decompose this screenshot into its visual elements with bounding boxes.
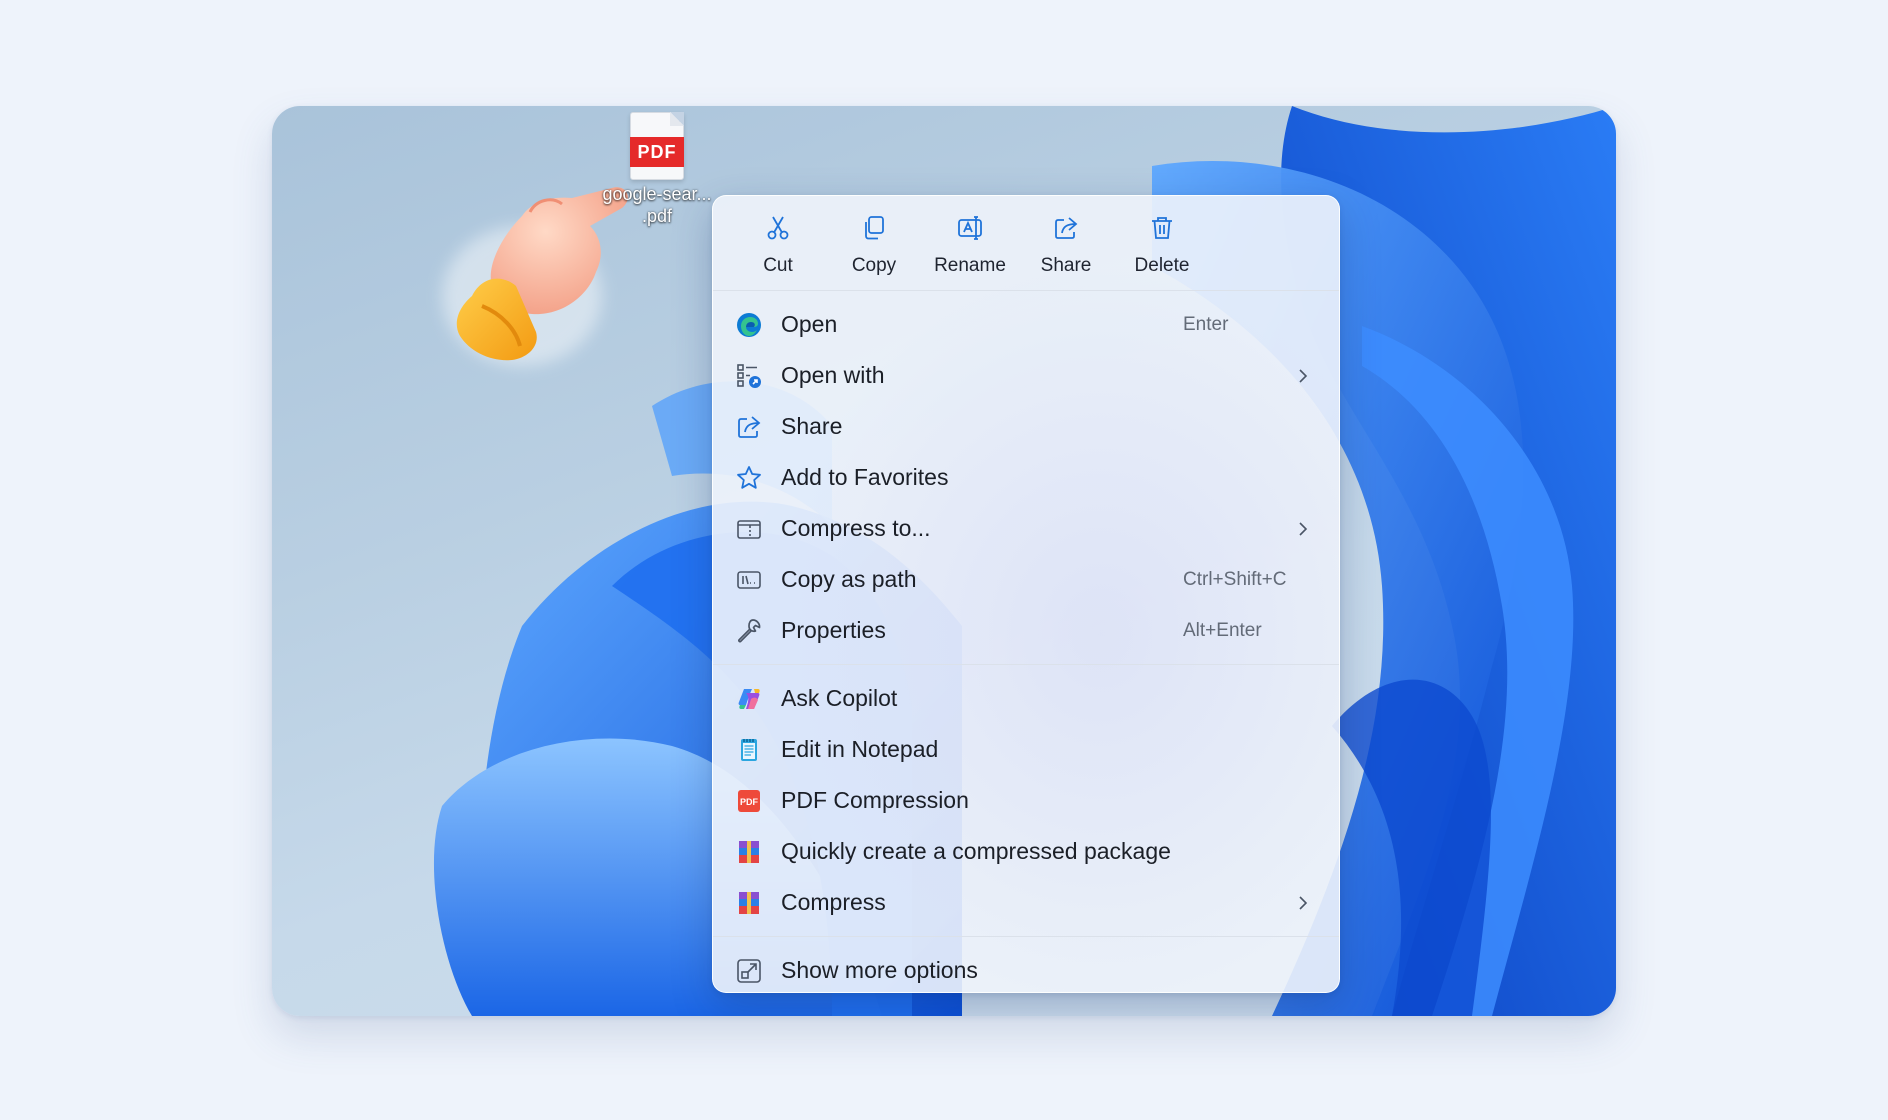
trash-icon	[1148, 214, 1176, 247]
menu-item-pdf-compression-label: PDF Compression	[781, 787, 969, 813]
star-icon	[735, 464, 763, 492]
menu-item-compress[interactable]: Compress	[713, 877, 1339, 928]
pdf-badge: PDF	[630, 137, 684, 167]
delete-button[interactable]: Delete	[1114, 196, 1210, 290]
share-label: Share	[1040, 255, 1092, 276]
menu-item-quick-compressed-package-label: Quickly create a compressed package	[781, 838, 1171, 864]
cut-label: Cut	[763, 255, 793, 276]
menu-item-share[interactable]: Share	[713, 401, 1339, 452]
scissors-icon	[764, 214, 792, 247]
menu-item-edit-in-notepad-label: Edit in Notepad	[781, 736, 939, 762]
menu-item-properties-label: Properties	[781, 617, 886, 643]
menu-group-more: Show more options	[713, 937, 1339, 992]
pointing-hand-icon	[412, 146, 632, 386]
menu-item-open[interactable]: Open Enter	[713, 299, 1339, 350]
menu-item-share-label: Share	[781, 413, 843, 439]
expand-icon	[735, 957, 763, 985]
notepad-icon	[735, 736, 763, 764]
menu-item-ask-copilot-label: Ask Copilot	[781, 685, 898, 711]
share-icon	[735, 413, 763, 441]
edge-icon	[735, 311, 763, 339]
menu-item-add-to-favorites[interactable]: Add to Favorites	[713, 452, 1339, 503]
pdf-file-icon: PDF	[630, 112, 684, 180]
quick-actions-bar: Cut Copy Rename Share Delete	[713, 196, 1339, 291]
menu-item-open-with[interactable]: Open with	[713, 350, 1339, 401]
copy-icon	[860, 214, 888, 247]
rename-icon	[956, 214, 984, 247]
chevron-right-icon	[1293, 366, 1313, 386]
menu-item-compress-to[interactable]: Compress to...	[713, 503, 1339, 554]
shortcut-copy-as-path: Ctrl+Shift+C	[1183, 568, 1287, 590]
context-menu: Cut Copy Rename Share Delete Open Enter …	[712, 195, 1340, 993]
menu-item-pdf-compression[interactable]: PDF PDF Compression	[713, 775, 1339, 826]
menu-item-copy-as-path[interactable]: Copy as path Ctrl+Shift+C	[713, 554, 1339, 605]
share-icon	[1052, 214, 1080, 247]
menu-group-main: Open Enter Open with Share Add to Favori…	[713, 291, 1339, 665]
menu-group-apps: Ask Copilot Edit in Notepad PDF PDF Comp…	[713, 665, 1339, 937]
menu-item-show-more-options[interactable]: Show more options	[713, 945, 1339, 992]
share-button[interactable]: Share	[1018, 196, 1114, 290]
shortcut-open: Enter	[1183, 313, 1229, 335]
open-with-icon	[735, 362, 763, 390]
file-name-line2: .pdf	[641, 206, 673, 226]
desktop-file-icon[interactable]: PDF google-sear... .pdf	[602, 112, 712, 228]
winrar-icon	[735, 838, 763, 866]
menu-item-compress-to-label: Compress to...	[781, 515, 931, 541]
menu-item-edit-in-notepad[interactable]: Edit in Notepad	[713, 724, 1339, 775]
file-name-line1: google-sear...	[602, 184, 712, 204]
menu-item-quick-compressed-package[interactable]: Quickly create a compressed package	[713, 826, 1339, 877]
shortcut-properties: Alt+Enter	[1183, 619, 1262, 641]
wrench-icon	[735, 617, 763, 645]
menu-item-show-more-options-label: Show more options	[781, 957, 978, 983]
menu-item-open-with-label: Open with	[781, 362, 885, 388]
menu-item-add-to-favorites-label: Add to Favorites	[781, 464, 949, 490]
menu-item-properties[interactable]: Properties Alt+Enter	[713, 605, 1339, 656]
menu-item-open-label: Open	[781, 311, 838, 337]
cut-button[interactable]: Cut	[730, 196, 826, 290]
copy-label: Copy	[851, 255, 897, 276]
menu-item-copy-as-path-label: Copy as path	[781, 566, 917, 592]
pdf-compression-icon: PDF	[735, 787, 763, 815]
desktop-screen: PDF google-sear... .pdf Cut Copy Rename …	[272, 106, 1616, 1016]
svg-text:PDF: PDF	[740, 797, 759, 807]
chevron-right-icon	[1293, 893, 1313, 913]
copilot-icon	[735, 685, 763, 713]
copy-button[interactable]: Copy	[826, 196, 922, 290]
zip-folder-icon	[735, 515, 763, 543]
path-icon	[735, 566, 763, 594]
winrar-icon	[735, 889, 763, 917]
menu-item-ask-copilot[interactable]: Ask Copilot	[713, 673, 1339, 724]
rename-label: Rename	[934, 255, 1006, 276]
chevron-right-icon	[1293, 519, 1313, 539]
rename-button[interactable]: Rename	[922, 196, 1018, 290]
menu-item-compress-label: Compress	[781, 889, 886, 915]
delete-label: Delete	[1134, 255, 1190, 276]
